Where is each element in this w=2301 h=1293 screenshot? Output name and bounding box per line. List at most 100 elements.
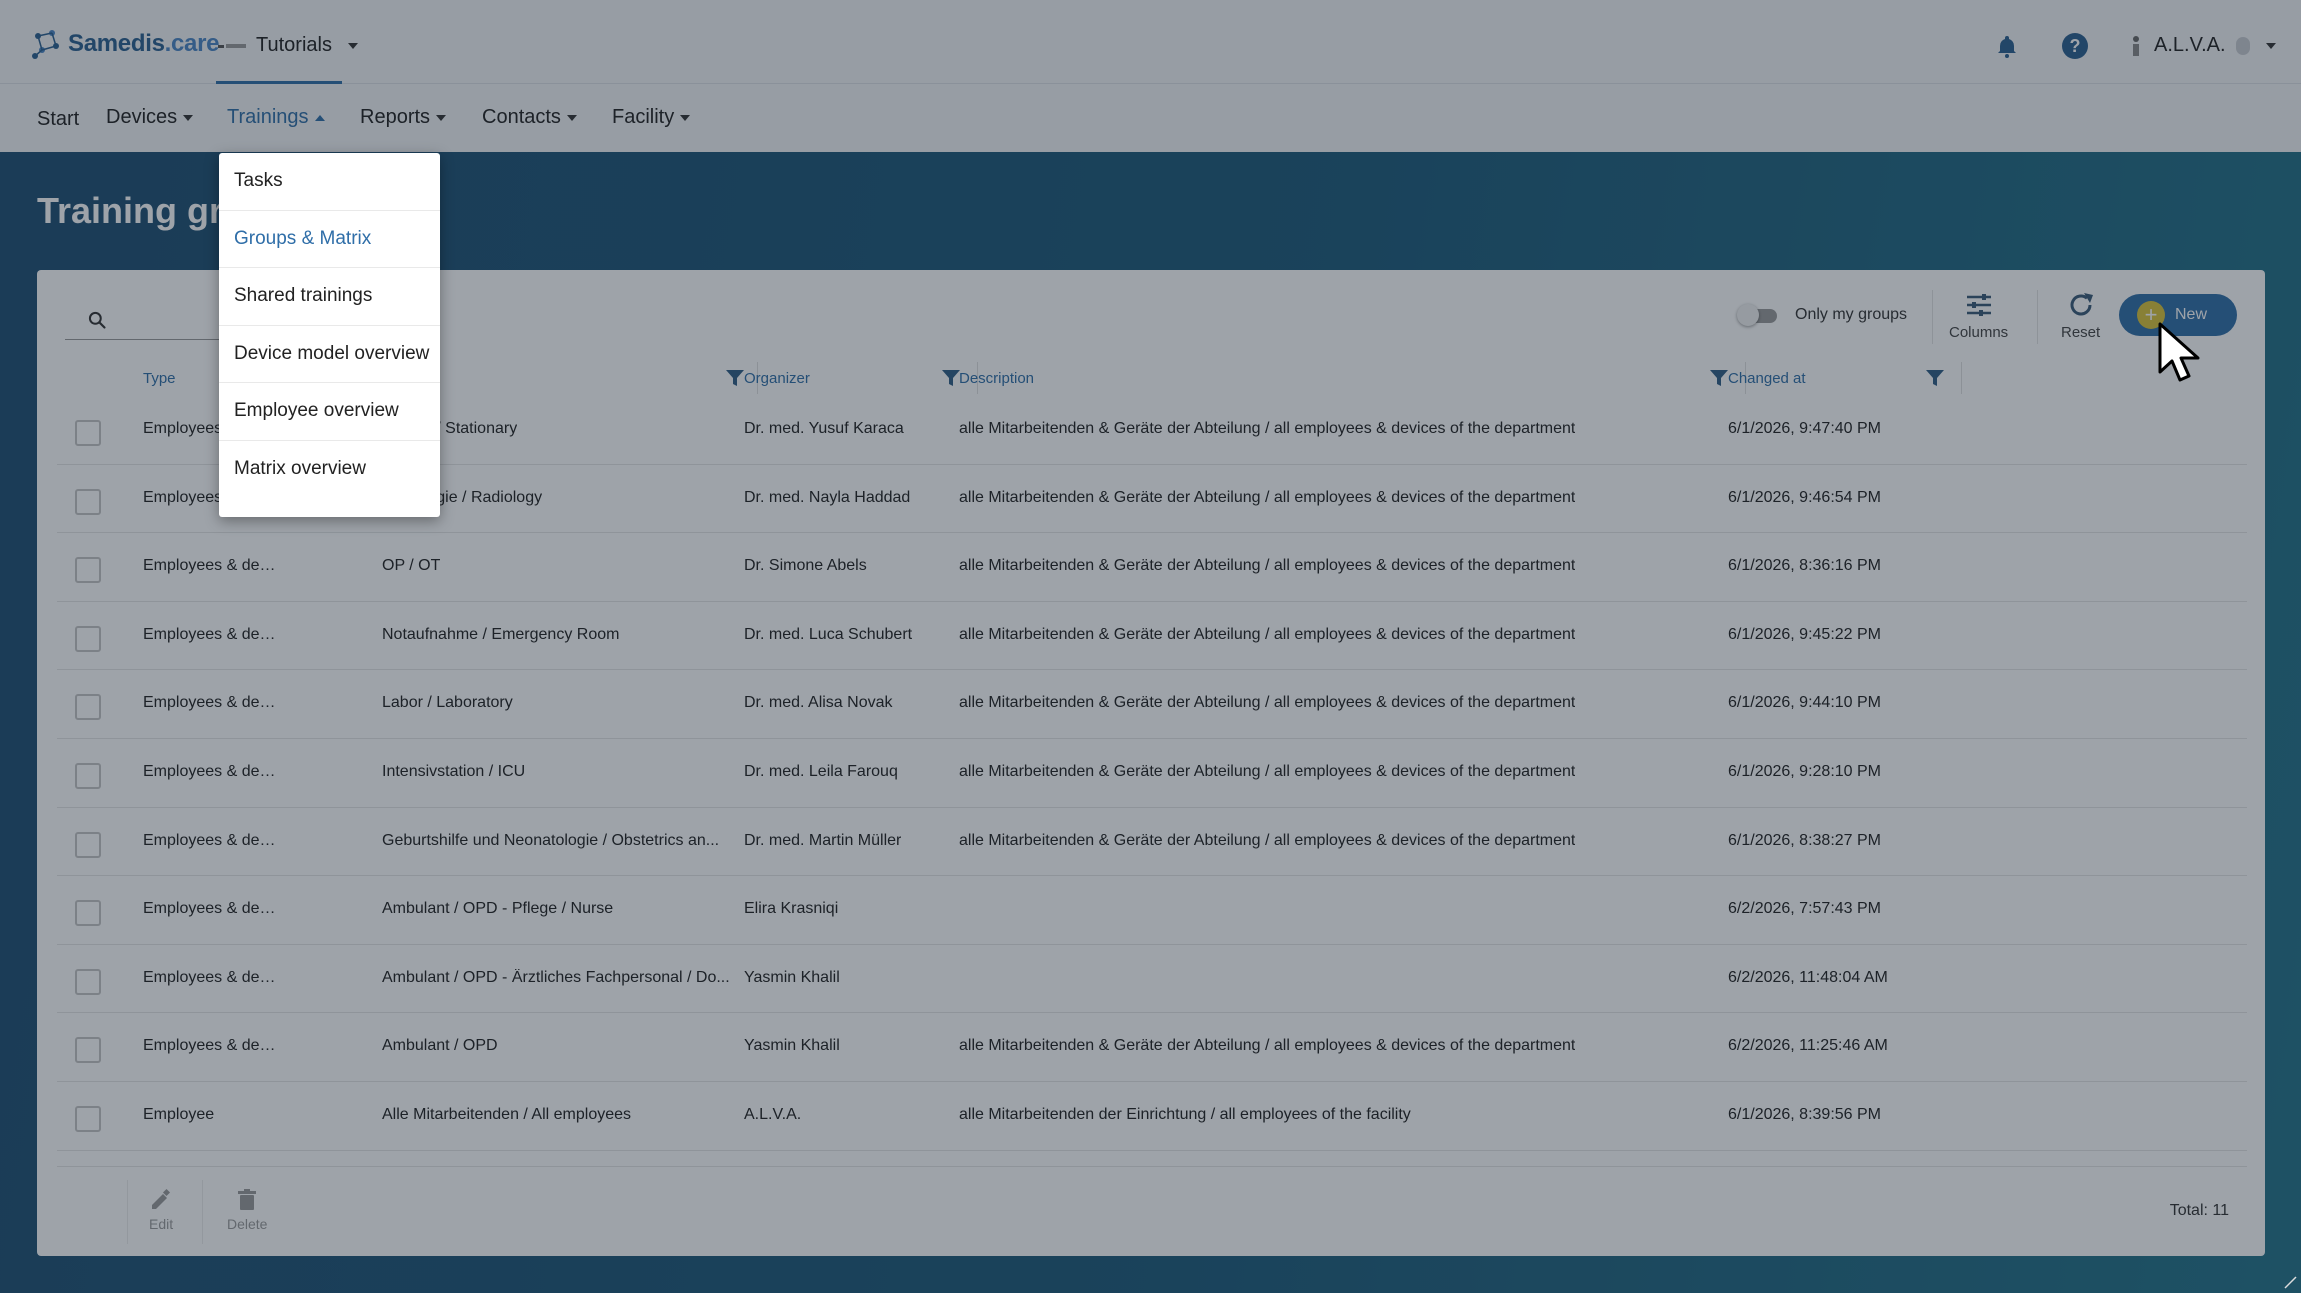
row-checkbox[interactable] [75,762,101,789]
cell-changed-at: 6/1/2026, 9:28:10 PM [1728,762,1881,780]
cell-type: Employees & devices [143,694,281,712]
cell-description: alle Mitarbeitenden & Geräte der Abteilu… [959,694,1576,712]
cell-type: Employees & devices [143,1037,281,1055]
filter-icon[interactable] [1709,368,1729,388]
cell-organizer: Dr. med. Alisa Novak [744,694,893,712]
cell-organizer: A.L.V.A. [744,1105,802,1123]
menu-item-shared-trainings[interactable]: Shared trainings [219,268,440,326]
cell-name: Alle Mitarbeitenden / All employees [382,1105,632,1123]
cell-organizer: Dr. med. Yusuf Karaca [744,420,904,437]
filter-icon[interactable] [725,368,745,388]
cell-description: alle Mitarbeitenden & Geräte der Abteilu… [959,557,1576,575]
samedis-logo[interactable]: Samedis.care [30,28,219,60]
cell-changed-at: 6/1/2026, 8:39:56 PM [1728,1105,1881,1123]
cell-description: alle Mitarbeitenden & Geräte der Abteilu… [959,488,1576,506]
chevron-down-icon [566,114,577,121]
only-my-groups-label: Only my groups [1795,306,1908,323]
table-row[interactable]: Employees & devices Ambulant / OPD - Ärzt… [57,945,2247,1014]
nav-contacts[interactable]: Contacts [482,106,577,129]
cell-name: Ambulant / OPD - Pflege / Nurse [382,900,614,918]
cell-name: Ambulant / OPD - Ärztliches Fachpersonal… [382,968,730,986]
cell-type: Employees & devices [143,900,281,918]
tenant-selector[interactable]: Tutorials [218,34,358,57]
reset-button[interactable]: Reset [2061,290,2100,341]
cell-type: Employees & devices [143,625,281,643]
column-header-changed-at[interactable]: Changed at [1728,370,1806,387]
table-row[interactable]: Employee Alle Mitarbeitenden / All employ… [57,1082,2247,1151]
resize-corner-icon [2284,1276,2297,1289]
cell-type: Employees & devices [143,557,281,575]
nav-reports[interactable]: Reports [360,106,447,129]
row-checkbox[interactable] [75,831,101,858]
app-header: Samedis.care Tutorials ? A.L.V.A. Start … [0,0,2301,152]
menu-item-matrix-overview[interactable]: Matrix overview [219,441,440,499]
total-count: Total: 11 [2169,1202,2229,1219]
menu-item-groups-matrix[interactable]: Groups & Matrix [219,211,440,268]
chevron-down-icon [680,114,691,121]
row-checkbox[interactable] [75,968,101,995]
table-row[interactable]: Employees & devices Ambulant / OPD - Pfle… [57,876,2247,945]
row-checkbox[interactable] [75,625,101,652]
nav-start[interactable]: Start [37,108,79,131]
row-checkbox[interactable] [75,1037,101,1064]
row-checkbox[interactable] [75,488,101,515]
row-checkbox[interactable] [75,420,101,446]
table-row[interactable]: Employees & devices Ambulant / OPD Yasmin … [57,1013,2247,1082]
table-row[interactable]: Employees & devices Notaufnahme / Emergen… [57,602,2247,671]
cell-description: alle Mitarbeitenden & Geräte der Abteilu… [959,1037,1576,1055]
table-row[interactable]: Employees & devices Geburtshilfe und Neon… [57,808,2247,877]
help-icon[interactable]: ? [2062,33,2088,59]
cell-name: OP / OT [382,557,441,575]
cell-changed-at: 6/1/2026, 8:38:27 PM [1728,831,1881,849]
logo-icon [32,30,59,59]
cell-description: alle Mitarbeitenden & Geräte der Abteilu… [959,762,1576,780]
trainings-dropdown-menu: Tasks Groups & Matrix Shared trainings D… [219,153,440,517]
only-my-groups-toggle[interactable] [1737,304,1781,326]
cell-name: Labor / Laboratory [382,694,513,712]
edit-button[interactable]: Edit [149,1188,173,1232]
chevron-up-icon [314,114,325,121]
row-checkbox[interactable] [75,694,101,721]
column-header-description[interactable]: Description [959,370,1034,387]
row-checkbox[interactable] [75,900,101,927]
cell-type: Employees & devices [143,762,281,780]
nav-devices[interactable]: Devices [106,106,194,129]
cell-changed-at: 6/1/2026, 9:46:54 PM [1728,488,1881,506]
table-row[interactable]: Employees & devices OP / OT Dr. Simone Abe… [57,533,2247,602]
cell-changed-at: 6/1/2026, 9:47:40 PM [1728,420,1881,437]
nav-trainings[interactable]: Trainings [227,106,325,129]
cell-changed-at: 6/2/2026, 11:25:46 AM [1728,1037,1888,1055]
nav-facility[interactable]: Facility [612,106,691,129]
cell-changed-at: 6/1/2026, 8:36:16 PM [1728,557,1881,575]
row-checkbox[interactable] [75,1105,101,1132]
menu-item-tasks[interactable]: Tasks [219,153,440,211]
search-icon [88,311,106,329]
chevron-down-icon [436,114,447,121]
cell-organizer: Dr. med. Leila Farouq [744,762,898,780]
cell-organizer: Elira Krasniqi [744,900,839,918]
filter-icon[interactable] [1925,368,1945,388]
top-bar: Samedis.care Tutorials ? A.L.V.A. [0,0,2301,84]
column-header-organizer[interactable]: Organizer [744,370,810,387]
table-row[interactable]: Employees & devices Intensivstation / ICU… [57,739,2247,808]
chevron-down-icon [183,114,194,121]
cell-description: alle Mitarbeitenden & Geräte der Abteilu… [959,831,1576,849]
cell-description: alle Mitarbeitenden & Geräte der Abteilu… [959,625,1576,643]
table-row[interactable]: Employees & devices Labor / Laboratory Dr.… [57,670,2247,739]
cell-changed-at: 6/2/2026, 7:57:43 PM [1728,900,1881,918]
menu-item-device-model-overview[interactable]: Device model overview [219,326,440,383]
columns-button[interactable]: Columns [1949,290,2008,341]
cell-changed-at: 6/1/2026, 9:45:22 PM [1728,625,1881,643]
column-header-type[interactable]: Type [143,370,176,387]
user-menu[interactable]: A.L.V.A. [2128,34,2276,57]
row-checkbox[interactable] [75,557,101,584]
cell-name: Ambulant / OPD [382,1037,498,1055]
menu-item-employee-overview[interactable]: Employee overview [219,383,440,441]
notification-bell-icon[interactable] [1995,34,2019,58]
cell-changed-at: 6/2/2026, 11:48:04 AM [1728,968,1888,986]
cell-name: Geburtshilfe und Neonatologie / Obstetri… [382,831,720,849]
filter-icon[interactable] [941,368,961,388]
refresh-icon [2070,293,2093,316]
delete-button[interactable]: Delete [227,1188,267,1232]
cell-description: alle Mitarbeitenden & Geräte der Abteilu… [959,420,1576,437]
